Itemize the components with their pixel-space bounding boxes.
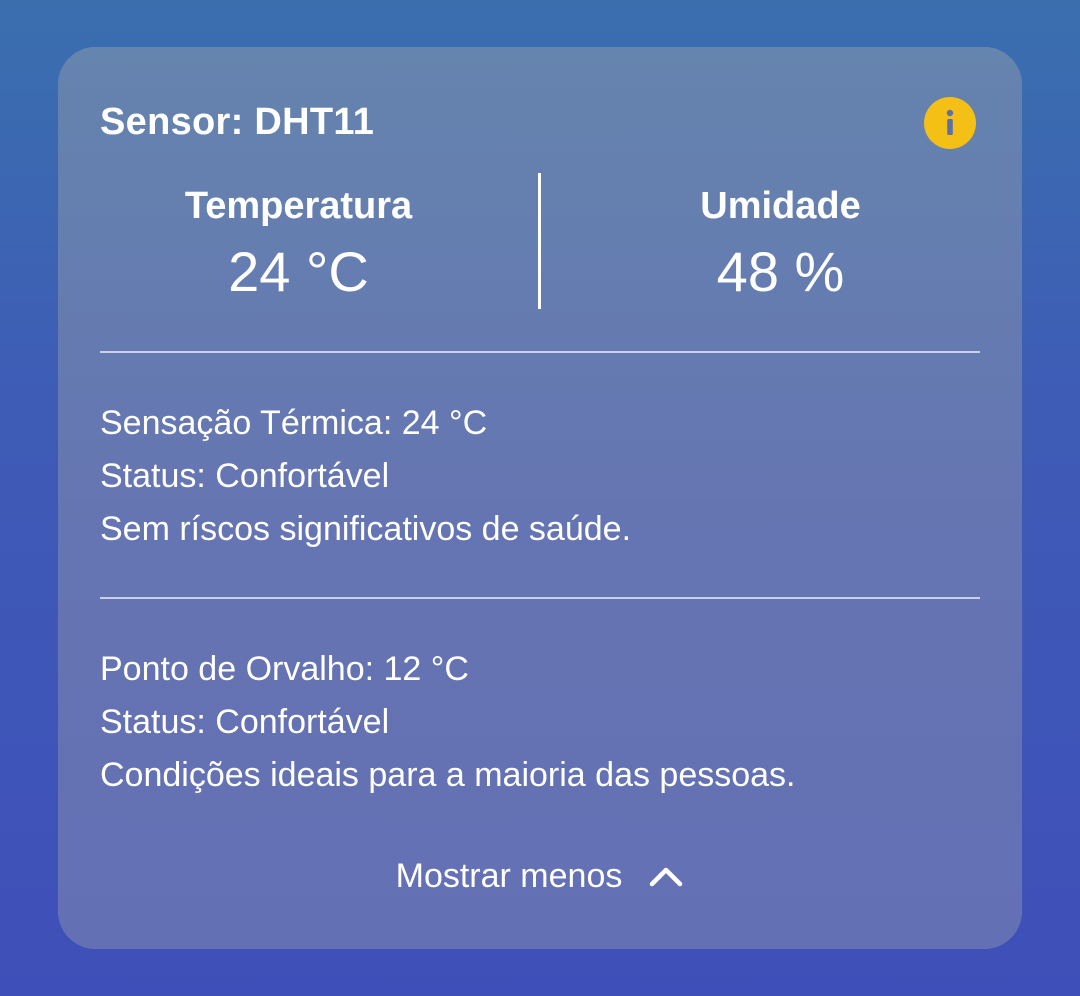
humidity-reading: Umidade 48 % bbox=[540, 173, 1021, 305]
dew-point-description: Condições ideais para a maioria das pess… bbox=[100, 756, 796, 794]
readings-row: Temperatura 24 °C Umidade 48 % bbox=[58, 173, 1022, 311]
chevron-up-icon bbox=[650, 867, 683, 887]
show-less-label: Mostrar menos bbox=[395, 857, 623, 895]
sensor-card: Sensor: DHT11 Temperatura 24 °C Umidade … bbox=[58, 47, 1022, 949]
humidity-label: Umidade bbox=[700, 185, 861, 227]
temperature-reading: Temperatura 24 °C bbox=[58, 173, 539, 305]
humidity-value: 48 % bbox=[716, 240, 845, 303]
heat-index-description: Sem ríscos significativos de saúde. bbox=[100, 510, 632, 548]
dew-point-value: Ponto de Orvalho: 12 °C bbox=[100, 650, 469, 688]
divider bbox=[100, 597, 980, 599]
card-header: Sensor: DHT11 bbox=[100, 97, 976, 149]
heat-index-section: Sensação Térmica: 24 °C Status: Confortá… bbox=[100, 397, 980, 556]
temperature-value: 24 °C bbox=[228, 240, 369, 303]
divider bbox=[100, 351, 980, 353]
dew-point-status: Status: Confortável bbox=[100, 703, 390, 741]
heat-index-status: Status: Confortável bbox=[100, 457, 390, 495]
info-glyph bbox=[946, 109, 954, 135]
temperature-label: Temperatura bbox=[184, 185, 413, 227]
show-less-button[interactable]: Mostrar menos bbox=[58, 851, 1022, 901]
sensor-title: Sensor: DHT11 bbox=[100, 101, 375, 143]
heat-index-value: Sensação Térmica: 24 °C bbox=[100, 404, 488, 442]
info-icon[interactable] bbox=[924, 97, 976, 149]
dew-point-section: Ponto de Orvalho: 12 °C Status: Confortá… bbox=[100, 643, 980, 802]
